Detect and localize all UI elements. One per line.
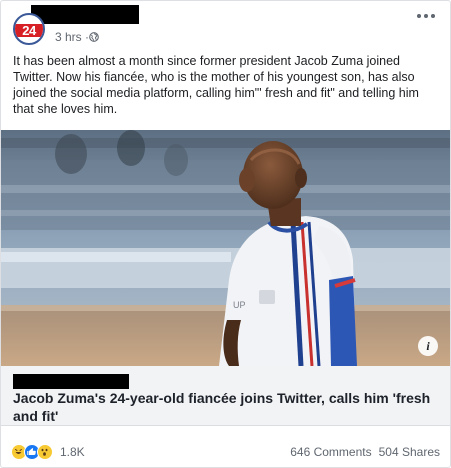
page-avatar[interactable]: 24: [13, 13, 45, 45]
post-body-text: It has been almost a month since former …: [13, 54, 419, 116]
info-button[interactable]: i: [418, 336, 438, 356]
link-title[interactable]: Jacob Zuma's 24-year-old fiancée joins T…: [13, 389, 433, 425]
page-logo-text: 24: [22, 23, 36, 38]
comments-count[interactable]: 646 Comments: [290, 445, 371, 459]
redacted-link-domain: [13, 374, 129, 389]
more-options-button[interactable]: [414, 7, 438, 25]
shares-count[interactable]: 504 Shares: [379, 445, 440, 459]
comments-shares: 646 Comments 504 Shares: [290, 445, 440, 459]
facebook-post-card: 24 3 hrs · It has been almost a month si…: [0, 0, 451, 468]
redacted-page-name: [31, 5, 139, 24]
post-timestamp[interactable]: 3 hrs ·: [55, 30, 89, 44]
reactions-summary[interactable]: 1.8K: [11, 444, 85, 460]
wow-reaction-icon: [37, 444, 53, 460]
shirt-print: UP: [233, 300, 246, 310]
reaction-count[interactable]: 1.8K: [60, 445, 85, 459]
globe-icon: [89, 32, 99, 42]
more-dot: [431, 14, 435, 18]
link-preview[interactable]: Jacob Zuma's 24-year-old fiancée joins T…: [1, 366, 450, 426]
more-dot: [417, 14, 421, 18]
post-header: 24 3 hrs ·: [1, 1, 450, 49]
more-dot: [424, 14, 428, 18]
photo-illustration: UP: [1, 130, 450, 366]
engagement-bar: 1.8K 646 Comments 504 Shares: [1, 426, 450, 467]
post-photo[interactable]: UP i: [1, 130, 450, 366]
